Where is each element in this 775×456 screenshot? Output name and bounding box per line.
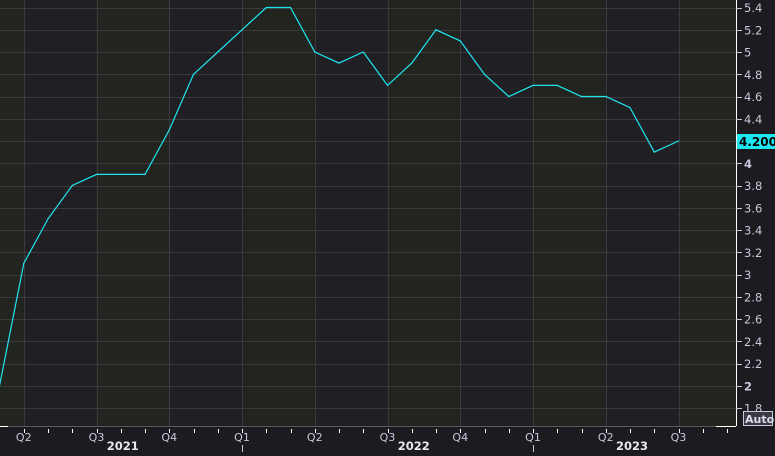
y-tick-label: 2.4: [744, 335, 762, 349]
y-tick-label: 4: [744, 157, 752, 171]
auto-button-label[interactable]: Auto: [745, 413, 775, 426]
data-point: [290, 7, 291, 8]
y-tick-label: 3.6: [744, 201, 762, 215]
y-tick-label: 3.8: [744, 179, 762, 193]
data-point: [144, 174, 145, 175]
y-tick-label: 5: [744, 46, 751, 60]
data-point: [484, 74, 485, 75]
quarter-band: [242, 0, 315, 426]
data-point: [266, 7, 267, 8]
auto-button[interactable]: Auto: [744, 412, 775, 427]
quarter-band: [388, 0, 461, 426]
x-quarter-label: Q2: [598, 431, 614, 444]
x-quarter-label: Q3: [671, 431, 687, 444]
data-point: [47, 218, 48, 219]
data-point: [460, 40, 461, 41]
data-point: [532, 85, 533, 86]
x-quarter-label: Q3: [380, 431, 396, 444]
y-tick-label: 5.4: [744, 1, 762, 15]
quarter-band: [533, 0, 606, 426]
quarter-band: [0, 0, 24, 426]
x-quarter-label: Q2: [307, 431, 323, 444]
line-chart: 5.4 5.2 5 4.8 4.6 4.4 4 3.8 3.6 3.4 3.2 3 2.8 2.6 2.4 2…: [0, 0, 775, 452]
data-point: [217, 51, 218, 52]
x-year-label: 2022: [398, 439, 430, 452]
data-point: [72, 185, 73, 186]
data-point: [169, 129, 170, 130]
data-point: [581, 96, 582, 97]
y-tick-label: 2.8: [744, 290, 762, 304]
x-axis-ticks: Q2Q3Q4Q1Q2Q3Q4Q1Q2Q3202120222023: [16, 429, 728, 452]
x-quarter-label: Q2: [16, 431, 32, 444]
data-point: [654, 152, 655, 153]
x-quarter-label: Q1: [234, 431, 250, 444]
quarter-band: [679, 0, 737, 426]
data-point: [338, 63, 339, 64]
data-point: [387, 85, 388, 86]
y-tick-label: 4.8: [744, 68, 762, 82]
y-tick-label: 2: [744, 379, 752, 393]
y-tick-label: 2.6: [744, 313, 762, 327]
x-year-label: 2023: [616, 439, 648, 452]
x-year-label: 2021: [107, 439, 139, 452]
x-quarter-label: Q3: [89, 431, 105, 444]
data-point: [678, 140, 679, 141]
data-point: [411, 63, 412, 64]
x-quarter-label: Q4: [452, 431, 468, 444]
data-point: [314, 51, 315, 52]
x-quarter-label: Q1: [525, 431, 541, 444]
data-point: [120, 174, 121, 175]
data-point: [508, 96, 509, 97]
quarter-bands: [0, 0, 736, 426]
data-point: [241, 29, 242, 30]
y-tick-label: 5.2: [744, 23, 762, 37]
y-tick-label: 4.4: [744, 112, 762, 126]
last-value-badge: 4.200: [737, 134, 775, 149]
data-point: [605, 96, 606, 97]
data-point: [363, 51, 364, 52]
y-tick-label: 3.2: [744, 246, 762, 260]
y-tick-label: 4.6: [744, 90, 762, 104]
data-point: [435, 29, 436, 30]
y-tick-label: 3.4: [744, 224, 762, 238]
data-point: [96, 174, 97, 175]
x-quarter-label: Q4: [161, 431, 177, 444]
data-point: [23, 263, 24, 264]
data-point: [557, 85, 558, 86]
y-tick-label: 2.2: [744, 357, 762, 371]
data-point: [629, 107, 630, 108]
y-tick-label: 3: [744, 268, 751, 282]
quarter-band: [97, 0, 170, 426]
last-value-label: 4.200: [739, 135, 775, 149]
y-axis-ticks: 5.4 5.2 5 4.8 4.6 4.4 4 3.8 3.6 3.4 3.2 3 2.8 2.6 2.4 2…: [736, 1, 762, 416]
data-point: [193, 74, 194, 75]
